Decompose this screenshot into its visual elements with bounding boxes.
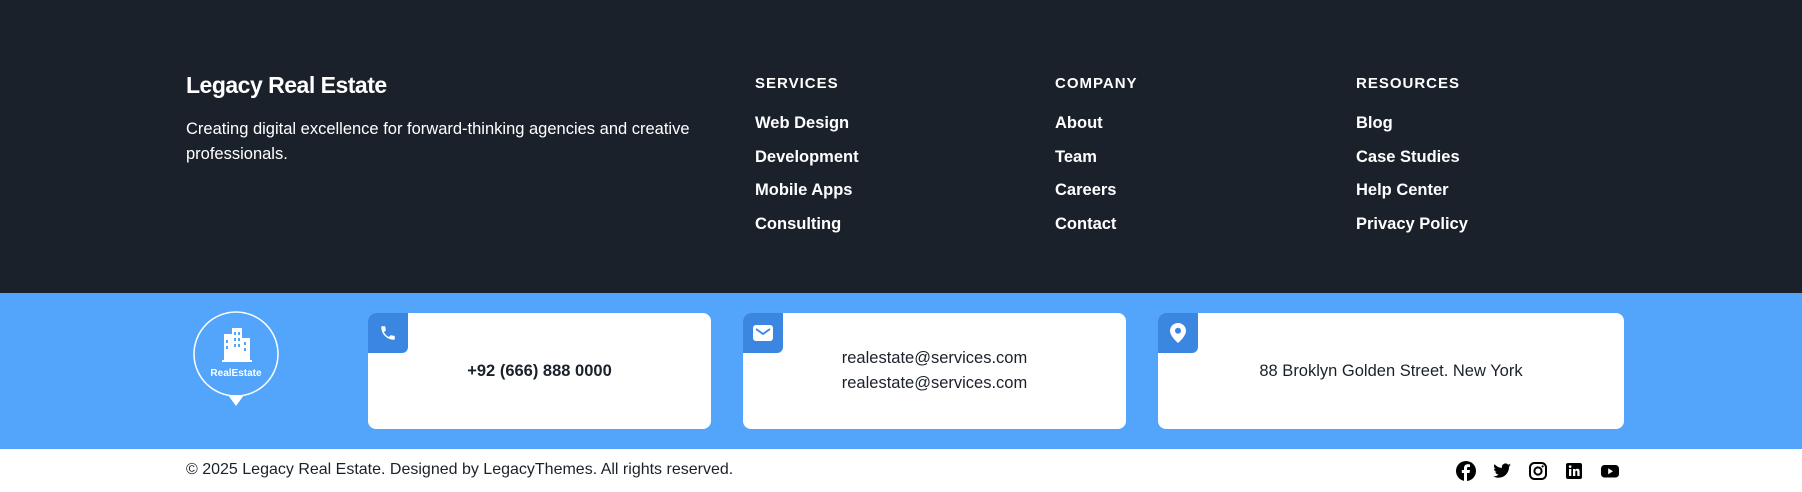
link-mobile-apps[interactable]: Mobile Apps xyxy=(755,180,859,214)
logo-badge[interactable]: RealEstate xyxy=(190,310,282,414)
twitter-icon[interactable] xyxy=(1492,461,1512,481)
column-title-resources: RESOURCES xyxy=(1356,75,1461,92)
phone-card[interactable]: +92 (666) 888 0000 xyxy=(368,313,711,429)
logo-icon: RealEstate xyxy=(193,311,279,406)
link-about[interactable]: About xyxy=(1055,113,1138,147)
link-consulting[interactable]: Consulting xyxy=(755,214,859,248)
link-blog[interactable]: Blog xyxy=(1356,113,1468,147)
phone-number[interactable]: +92 (666) 888 0000 xyxy=(467,359,612,384)
facebook-icon[interactable] xyxy=(1456,461,1476,481)
email-card[interactable]: realestate@services.com realestate@servi… xyxy=(743,313,1126,429)
link-help-center[interactable]: Help Center xyxy=(1356,180,1468,214)
linkedin-icon[interactable] xyxy=(1564,461,1584,481)
column-title-company: COMPANY xyxy=(1055,75,1138,92)
email-address-2[interactable]: realestate@services.com xyxy=(842,371,1027,396)
copyright-text: © 2025 Legacy Real Estate. Designed by L… xyxy=(186,461,734,478)
address-text: 88 Broklyn Golden Street. New York xyxy=(1259,361,1523,380)
link-privacy-policy[interactable]: Privacy Policy xyxy=(1356,214,1468,248)
link-contact[interactable]: Contact xyxy=(1055,214,1138,248)
email-address-1[interactable]: realestate@services.com xyxy=(842,346,1027,371)
column-resources: RESOURCES Blog Case Studies Help Center … xyxy=(1356,75,1468,247)
brand-name[interactable]: Legacy Real Estate xyxy=(186,72,387,99)
link-careers[interactable]: Careers xyxy=(1055,180,1138,214)
column-title-services: SERVICES xyxy=(755,75,839,92)
brand-tagline: Creating digital excellence for forward-… xyxy=(186,120,690,163)
link-development[interactable]: Development xyxy=(755,147,859,181)
address-card[interactable]: 88 Broklyn Golden Street. New York xyxy=(1158,313,1624,429)
logo-text: RealEstate xyxy=(210,368,262,379)
social-links xyxy=(1456,461,1620,481)
column-company: COMPANY About Team Careers Contact xyxy=(1055,75,1138,247)
link-case-studies[interactable]: Case Studies xyxy=(1356,147,1468,181)
link-team[interactable]: Team xyxy=(1055,147,1138,181)
column-services: SERVICES Web Design Development Mobile A… xyxy=(755,75,859,247)
instagram-icon[interactable] xyxy=(1528,461,1548,481)
link-web-design[interactable]: Web Design xyxy=(755,113,859,147)
youtube-icon[interactable] xyxy=(1600,461,1620,481)
